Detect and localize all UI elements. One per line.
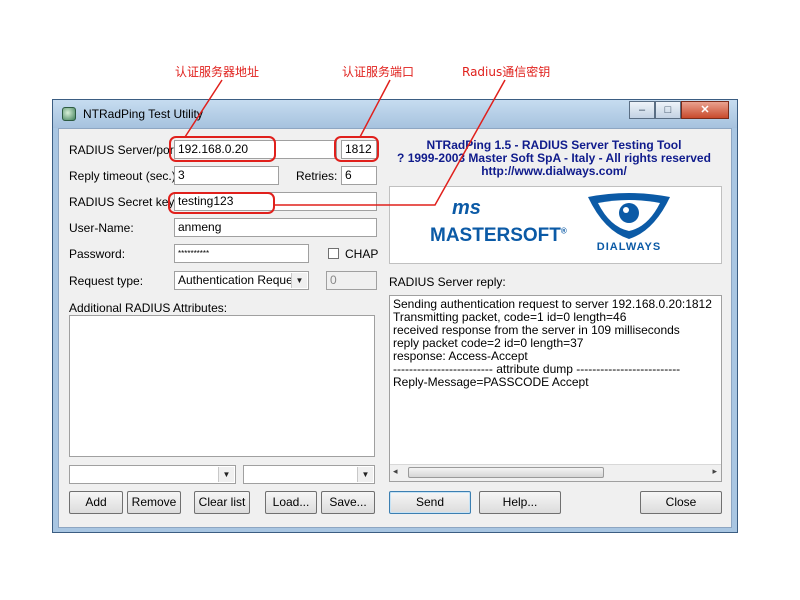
dialways-wordmark: DIALWAYS: [596, 241, 662, 253]
clear-list-button[interactable]: Clear list: [194, 491, 250, 514]
secret-key-label: RADIUS Secret key:: [69, 195, 178, 209]
reply-text: Sending authentication request to server…: [393, 298, 712, 389]
remove-button[interactable]: Remove: [127, 491, 181, 514]
minimize-button[interactable]: –: [629, 101, 655, 119]
mastersoft-reg: ®: [560, 226, 567, 236]
annotation-secret-key: Radius通信密钥: [462, 65, 551, 79]
username-input[interactable]: anmeng: [174, 218, 377, 237]
attributes-list[interactable]: [69, 315, 375, 457]
annotation-server-address: 认证服务器地址: [175, 65, 260, 79]
add-button[interactable]: Add: [69, 491, 123, 514]
maximize-button[interactable]: □: [655, 101, 681, 119]
highlight-server-port: [334, 136, 379, 162]
mastersoft-name: MASTERSOFT: [430, 225, 561, 246]
logo-panel: ms MASTERSOFT® DIALWAYS: [389, 186, 722, 264]
help-button[interactable]: Help...: [479, 491, 561, 514]
window-title: NTRadPing Test Utility: [83, 107, 203, 121]
attribute-name-select[interactable]: ▼: [69, 465, 236, 484]
reply-line: Reply-Message=PASSCODE Accept: [393, 375, 589, 389]
retries-label: Retries:: [296, 169, 338, 183]
reply-label: RADIUS Server reply:: [389, 275, 506, 289]
header-info: NTRadPing 1.5 - RADIUS Server Testing To…: [389, 139, 719, 178]
save-button[interactable]: Save...: [321, 491, 375, 514]
scroll-left-icon[interactable]: ◂: [393, 466, 398, 477]
app-icon: [62, 107, 76, 121]
chevron-down-icon: ▼: [357, 467, 373, 482]
chap-label: CHAP: [345, 247, 379, 261]
send-button[interactable]: Send: [389, 491, 471, 514]
scroll-right-icon[interactable]: ▸: [712, 466, 717, 477]
scrollbar-thumb[interactable]: [408, 467, 604, 478]
highlight-secret-key: [168, 192, 275, 214]
title-bar[interactable]: NTRadPing Test Utility – □ ✕: [53, 100, 737, 128]
highlight-server-address: [169, 136, 276, 162]
close-window-button[interactable]: ✕: [681, 101, 729, 119]
chevron-down-icon: ▼: [291, 273, 307, 288]
close-button[interactable]: Close: [640, 491, 722, 514]
request-type-select[interactable]: Authentication Request ▼: [174, 271, 309, 290]
reply-horizontal-scrollbar[interactable]: ◂ ▸: [390, 464, 721, 481]
attributes-label: Additional RADIUS Attributes:: [69, 301, 228, 315]
username-label: User-Name:: [69, 221, 134, 235]
ntradping-window: NTRadPing Test Utility – □ ✕ RADIUS Serv…: [52, 99, 738, 533]
dialways-eye-icon: [588, 193, 670, 239]
request-type-label: Request type:: [69, 274, 144, 288]
reply-box[interactable]: Sending authentication request to server…: [389, 295, 722, 482]
annotation-server-port: 认证服务端口: [342, 65, 415, 79]
mastersoft-ms-logo: ms: [452, 197, 481, 219]
header-info-line3: http://www.dialways.com/: [481, 164, 627, 178]
load-button[interactable]: Load...: [265, 491, 317, 514]
attribute-value-select[interactable]: ▼: [243, 465, 375, 484]
reply-timeout-label: Reply timeout (sec.):: [69, 169, 180, 183]
reply-timeout-input[interactable]: 3: [174, 166, 279, 185]
mastersoft-wordmark: MASTERSOFT®: [430, 225, 567, 247]
request-type-value: Authentication Request: [178, 273, 303, 287]
client-area: RADIUS Server/port: 192.168.0.20 1812 Re…: [58, 128, 732, 528]
server-port-label: RADIUS Server/port:: [69, 143, 181, 157]
request-id-input: 0: [326, 271, 377, 290]
password-label: Password:: [69, 247, 126, 261]
retries-input[interactable]: 6: [341, 166, 377, 185]
password-input[interactable]: **********: [174, 244, 309, 263]
chevron-down-icon: ▼: [218, 467, 234, 482]
chap-checkbox[interactable]: [328, 248, 339, 259]
